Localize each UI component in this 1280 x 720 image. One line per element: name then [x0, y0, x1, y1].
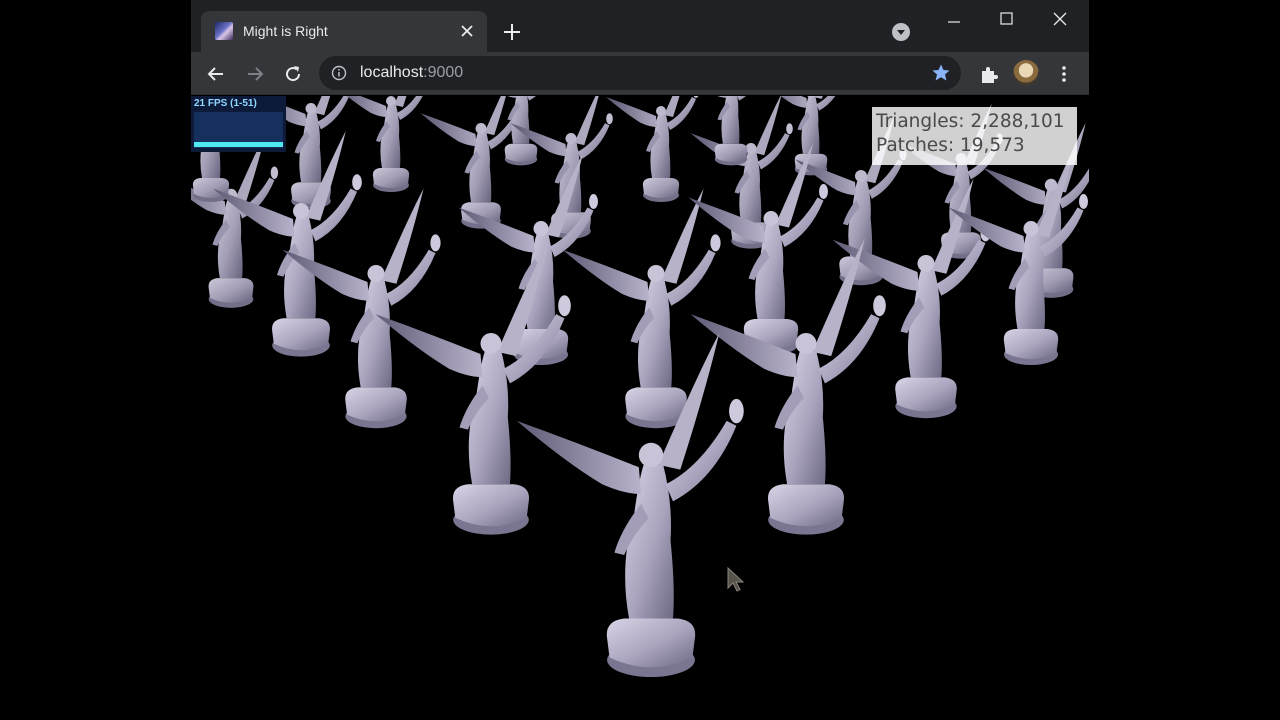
- patches-count: Patches: 19,573: [876, 135, 1025, 156]
- arrow-left-icon[interactable]: [204, 62, 228, 86]
- star-icon[interactable]: [931, 63, 951, 83]
- info-icon[interactable]: [331, 65, 347, 81]
- url-port: :9000: [423, 64, 464, 81]
- fps-readout: 21 FPS (1-51): [194, 98, 257, 109]
- url-text[interactable]: localhost:9000: [360, 64, 463, 82]
- statue: [606, 96, 699, 202]
- puzzle-icon[interactable]: [977, 62, 1001, 86]
- fps-panel: 21 FPS (1-51): [191, 96, 286, 152]
- toolbar: localhost:9000: [191, 52, 1089, 95]
- triangles-count: Triangles: 2,288,101: [876, 111, 1065, 132]
- kebab-icon[interactable]: [1052, 62, 1076, 86]
- address-bar[interactable]: localhost:9000: [319, 56, 961, 90]
- minimize-icon[interactable]: [931, 4, 977, 34]
- url-host: localhost: [360, 64, 424, 81]
- statue: [516, 333, 744, 678]
- chevron-down-icon[interactable]: [891, 22, 911, 42]
- reload-icon[interactable]: [281, 62, 305, 86]
- avatar[interactable]: [1013, 60, 1039, 86]
- tab-strip: Might is Right: [191, 0, 1089, 52]
- plus-icon[interactable]: [500, 20, 524, 44]
- maximize-icon[interactable]: [984, 4, 1030, 34]
- statue-crowd-scene: [191, 96, 1089, 678]
- statue: [336, 96, 429, 192]
- window-close-icon[interactable]: [1037, 4, 1083, 34]
- arrow-right-icon[interactable]: [243, 62, 267, 86]
- active-tab[interactable]: Might is Right: [201, 11, 487, 52]
- close-icon[interactable]: [457, 21, 477, 41]
- favicon-icon: [215, 22, 233, 40]
- browser-window: Might is Right localhost:9000 21 FPS (1-…: [191, 0, 1089, 720]
- render-stats: Triangles: 2,288,101 Patches: 19,573: [872, 107, 1077, 165]
- webgl-canvas[interactable]: 21 FPS (1-51) Triangles: 2,288,101 Patch…: [191, 96, 1089, 720]
- mouse-cursor-icon: [727, 566, 745, 592]
- fps-graph-bar: [194, 142, 283, 147]
- tab-title: Might is Right: [243, 23, 328, 39]
